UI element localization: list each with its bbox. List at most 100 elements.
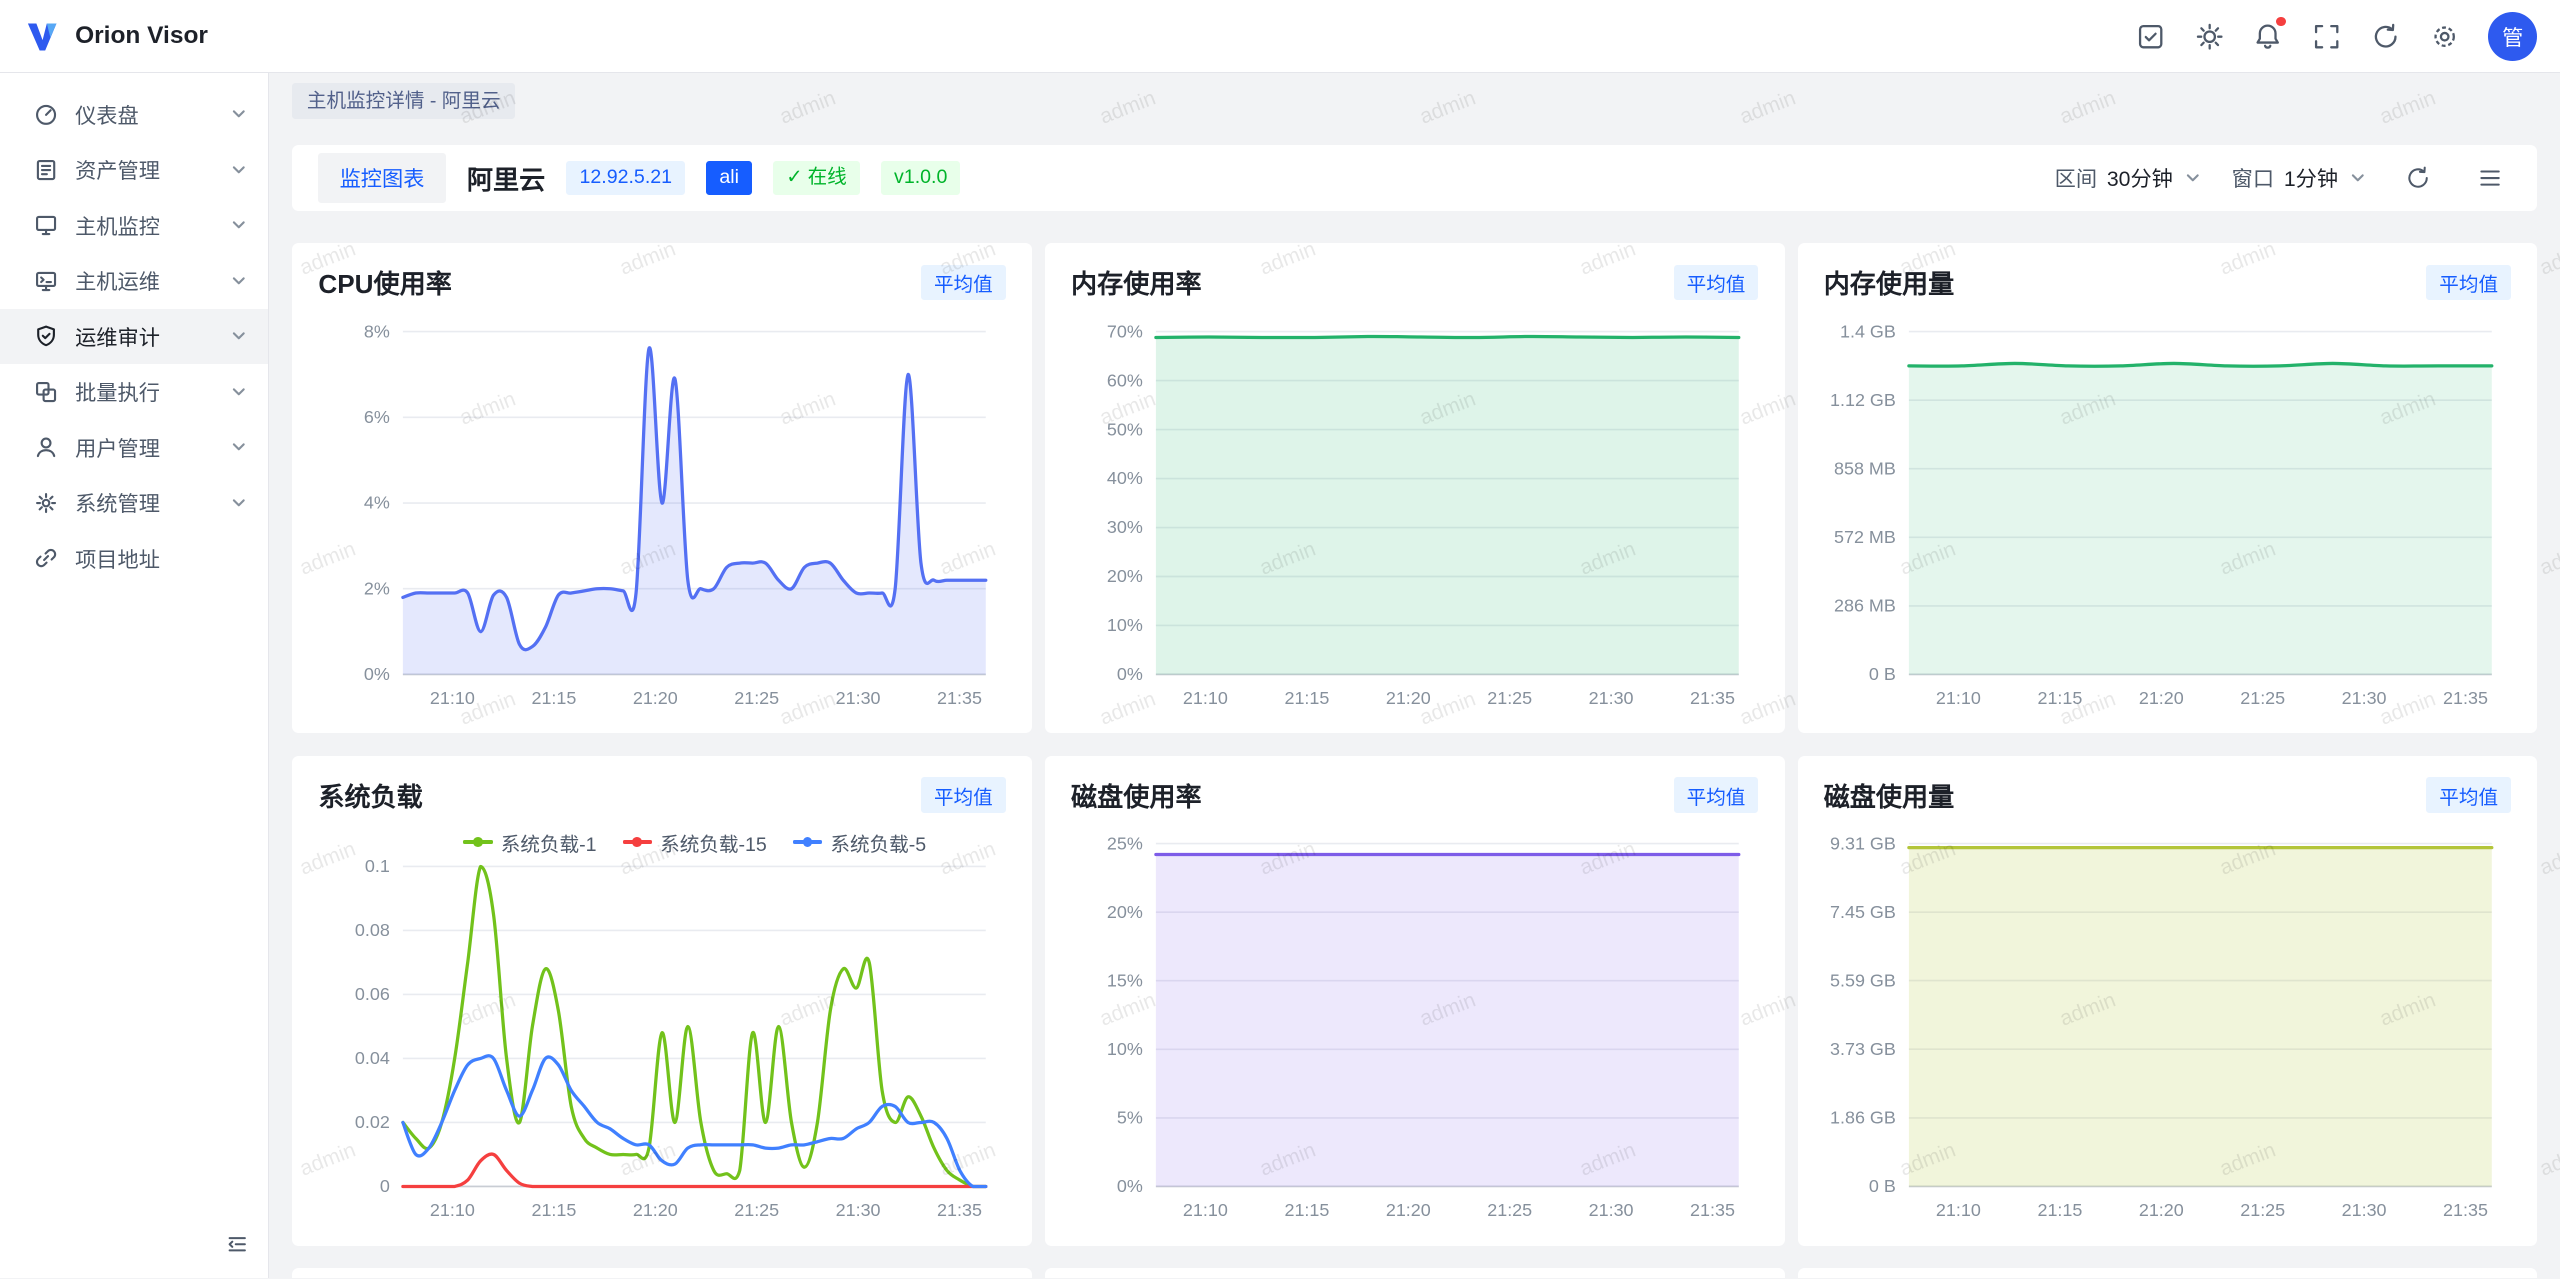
svg-text:21:15: 21:15	[532, 1200, 577, 1220]
layers-icon	[33, 379, 59, 405]
svg-text:1.86 GB: 1.86 GB	[1830, 1108, 1896, 1128]
disk-usage-amount-chart: 0 B1.86 GB3.73 GB5.59 GB7.45 GB9.31 GB21…	[1824, 824, 2511, 1229]
chevron-down-icon	[229, 104, 249, 124]
memory-usage-amount-chart: 0 B286 MB572 MB858 MB1.12 GB1.4 GB21:102…	[1824, 312, 2511, 717]
chevron-down-icon	[229, 160, 249, 180]
avg-badge: 平均值	[921, 265, 1006, 301]
sidebar-item-project-link[interactable]: 项目地址	[0, 531, 268, 587]
sidebar-item-user-mgmt[interactable]: 用户管理	[0, 420, 268, 476]
sidebar-item-label: 运维审计	[75, 321, 213, 352]
notification-dot	[2276, 17, 2286, 27]
notifications-bell-icon[interactable]	[2243, 12, 2292, 61]
sidebar-item-dashboard[interactable]: 仪表盘	[0, 87, 268, 143]
svg-text:21:20: 21:20	[2139, 1200, 2184, 1220]
svg-text:21:20: 21:20	[633, 1200, 678, 1220]
svg-text:858 MB: 858 MB	[1834, 458, 1896, 478]
svg-text:30%: 30%	[1107, 517, 1143, 537]
svg-text:70%: 70%	[1107, 321, 1143, 341]
user-icon	[33, 434, 59, 460]
app-logo-icon	[23, 17, 62, 56]
card-disk-usage-rate: 磁盘使用率 平均值 0%5%10%15%20%25%21:1021:1521:2…	[1045, 756, 1785, 1246]
version-badge: v1.0.0	[881, 161, 960, 195]
svg-text:21:15: 21:15	[2037, 688, 2082, 708]
svg-text:20%: 20%	[1107, 566, 1143, 586]
link-icon	[33, 545, 59, 571]
legend-item[interactable]: 系统负载-1	[463, 828, 596, 857]
svg-text:40%: 40%	[1107, 468, 1143, 488]
svg-text:0%: 0%	[1117, 664, 1143, 684]
svg-text:21:30: 21:30	[1589, 1200, 1634, 1220]
svg-text:21:10: 21:10	[1936, 688, 1981, 708]
chart-layout-menu-button[interactable]	[2469, 157, 2511, 199]
system-load-chart: 系统负载-1系统负载-15系统负载-5 00.020.040.060.080.1…	[318, 824, 1005, 1229]
legend-item[interactable]: 系统负载-15	[623, 828, 767, 857]
chart-title: 磁盘使用量	[1824, 776, 1955, 814]
svg-text:5%: 5%	[1117, 1108, 1143, 1128]
svg-text:0 B: 0 B	[1869, 664, 1896, 684]
sidebar-collapse-button[interactable]	[219, 1226, 255, 1262]
sidebar-item-system-mgmt[interactable]: 系统管理	[0, 475, 268, 531]
svg-text:21:25: 21:25	[735, 688, 780, 708]
user-avatar[interactable]: 管	[2488, 12, 2537, 61]
svg-text:8%: 8%	[364, 321, 390, 341]
overview-check-icon[interactable]	[2126, 12, 2175, 61]
chart-card-partial	[1798, 1268, 2538, 1278]
sidebar-item-ops-audit[interactable]: 运维审计	[0, 309, 268, 365]
status-badge: ✓在线	[773, 161, 860, 195]
chevron-down-icon	[2348, 168, 2368, 188]
svg-text:21:15: 21:15	[1284, 688, 1329, 708]
sidebar-item-batch-exec[interactable]: 批量执行	[0, 364, 268, 420]
memory-usage-rate-chart: 0%10%20%30%40%50%60%70%21:1021:1521:2021…	[1071, 312, 1758, 717]
svg-text:21:35: 21:35	[2443, 1200, 2488, 1220]
card-memory-usage-amount: 内存使用量 平均值 0 B286 MB572 MB858 MB1.12 GB1.…	[1798, 243, 2538, 733]
app-title: Orion Visor	[75, 22, 208, 50]
shield-icon	[33, 323, 59, 349]
sidebar-item-assets[interactable]: 资产管理	[0, 142, 268, 198]
settings-gear-icon[interactable]	[2420, 12, 2469, 61]
interval-select-value: 30分钟	[2107, 162, 2173, 193]
svg-text:10%: 10%	[1107, 615, 1143, 635]
chart-title: CPU使用率	[318, 263, 451, 301]
sidebar-item-host-monitor[interactable]: 主机监控	[0, 198, 268, 254]
svg-text:21:30: 21:30	[2341, 688, 2386, 708]
fullscreen-icon[interactable]	[2302, 12, 2351, 61]
chevron-down-icon	[229, 382, 249, 402]
svg-text:21:25: 21:25	[1487, 688, 1532, 708]
svg-text:25%: 25%	[1107, 834, 1143, 854]
theme-toggle-icon[interactable]	[2185, 12, 2234, 61]
svg-text:21:10: 21:10	[1936, 1200, 1981, 1220]
svg-text:2%: 2%	[364, 578, 390, 598]
chevron-down-icon	[229, 271, 249, 291]
chart-refresh-button[interactable]	[2397, 157, 2439, 199]
interval-select[interactable]: 区间 30分钟	[2055, 162, 2203, 193]
svg-text:21:10: 21:10	[430, 1200, 475, 1220]
card-system-load: 系统负载 平均值 系统负载-1系统负载-15系统负载-5 00.020.040.…	[292, 756, 1032, 1246]
sidebar-item-label: 主机监控	[75, 210, 213, 241]
svg-text:286 MB: 286 MB	[1834, 595, 1896, 615]
svg-text:21:20: 21:20	[2139, 688, 2184, 708]
app-root: Orion Visor	[0, 0, 2560, 1278]
window-select-label: 窗口	[2232, 162, 2274, 193]
svg-text:0%: 0%	[1117, 1177, 1143, 1197]
svg-text:21:30: 21:30	[1589, 688, 1634, 708]
sidebar-item-host-ops[interactable]: 主机运维	[0, 253, 268, 309]
svg-text:0.02: 0.02	[355, 1113, 390, 1133]
refresh-icon[interactable]	[2361, 12, 2410, 61]
svg-text:0.1: 0.1	[365, 857, 390, 877]
svg-text:21:20: 21:20	[1386, 1200, 1431, 1220]
legend-item[interactable]: 系统负载-5	[793, 828, 926, 857]
svg-text:60%: 60%	[1107, 370, 1143, 390]
svg-text:21:15: 21:15	[1284, 1200, 1329, 1220]
card-cpu-usage: CPU使用率 平均值 0%2%4%6%8%21:1021:1521:2021:2…	[292, 243, 1032, 733]
sidebar-item-label: 主机运维	[75, 265, 213, 296]
interval-select-label: 区间	[2055, 162, 2097, 193]
system-load-legend: 系统负载-1 系统负载-15 系统负载-5	[403, 828, 986, 857]
svg-text:3.73 GB: 3.73 GB	[1830, 1039, 1896, 1059]
monitor-chart-button[interactable]: 监控图表	[318, 153, 445, 204]
chevron-down-icon	[229, 326, 249, 346]
svg-text:21:15: 21:15	[532, 688, 577, 708]
window-select[interactable]: 窗口 1分钟	[2232, 162, 2368, 193]
svg-text:7.45 GB: 7.45 GB	[1830, 902, 1896, 922]
main-content: 主机监控详情 - 阿里云 监控图表 阿里云 12.92.5.21 ali ✓在线…	[269, 73, 2560, 1278]
app-header: Orion Visor	[0, 0, 2560, 73]
